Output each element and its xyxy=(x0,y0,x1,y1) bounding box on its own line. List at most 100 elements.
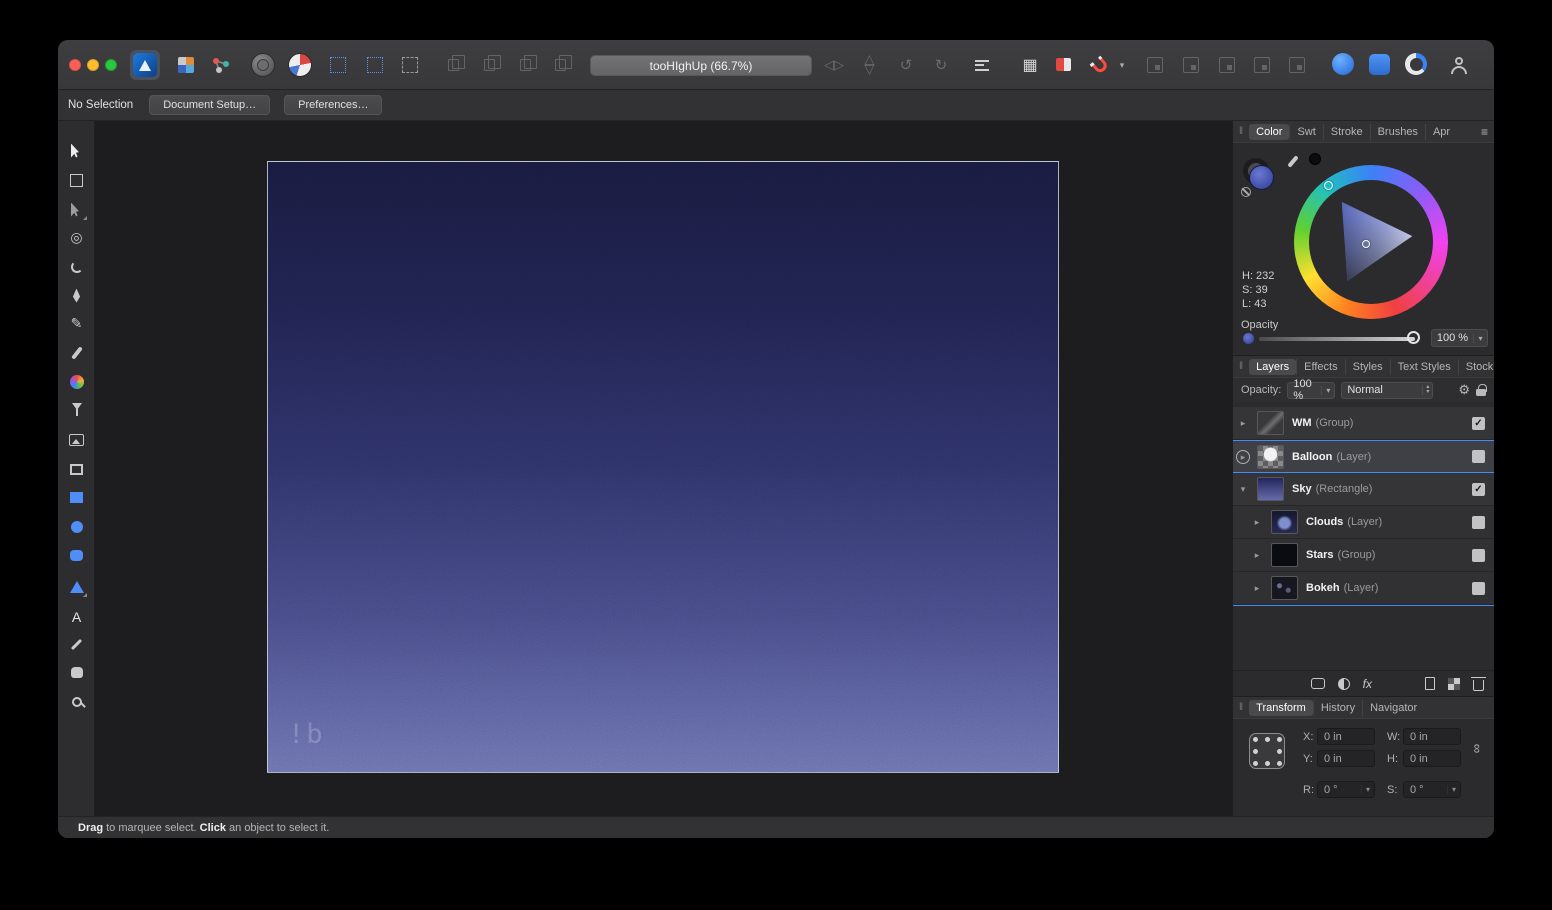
opacity-slider[interactable] xyxy=(1259,337,1415,341)
layer-thumbnail[interactable] xyxy=(1271,576,1298,600)
visibility-checkbox[interactable]: ✓ xyxy=(1472,417,1485,430)
tab-layers[interactable]: Layers xyxy=(1249,359,1296,375)
document-setup-button[interactable]: Document Setup… xyxy=(149,95,270,115)
layer-thumbnail[interactable] xyxy=(1257,411,1284,435)
tab-transform[interactable]: Transform xyxy=(1249,700,1313,716)
artboard-sky[interactable]: !b xyxy=(267,161,1059,773)
expand-chevron-icon[interactable]: ▸ xyxy=(1247,550,1267,561)
preferences-button[interactable]: Preferences… xyxy=(284,95,382,115)
gear-icon[interactable]: ⚙ xyxy=(1458,382,1470,398)
x-input[interactable]: 0 in xyxy=(1317,728,1375,745)
move-tool[interactable] xyxy=(65,139,88,162)
y-input[interactable]: 0 in xyxy=(1317,750,1375,767)
tab-stock[interactable]: Stock xyxy=(1458,359,1494,375)
nib-badge-icon[interactable] xyxy=(288,53,312,77)
document-title-dropdown[interactable]: tooHIghUp (66.7%) xyxy=(590,55,812,76)
anchor-point-selector[interactable] xyxy=(1249,733,1285,769)
panel-grip-icon[interactable]: ‖ xyxy=(1239,361,1243,372)
hue-wheel[interactable] xyxy=(1294,165,1448,319)
snapping-toggle-button[interactable] xyxy=(1090,56,1110,76)
shear-input[interactable]: 0 °▾ xyxy=(1403,781,1461,798)
secondary-color-swatch[interactable] xyxy=(1309,153,1321,165)
zoom-tool[interactable] xyxy=(65,690,88,713)
export-persona-button[interactable] xyxy=(210,54,232,76)
expand-chevron-icon[interactable]: ▸ xyxy=(1236,450,1250,464)
rectangle-tool[interactable] xyxy=(65,486,88,509)
ellipse-tool[interactable] xyxy=(65,515,88,538)
fill-tool[interactable] xyxy=(65,370,88,393)
link-dimensions-icon[interactable]: ∞ xyxy=(1470,744,1485,753)
pen-tool[interactable] xyxy=(65,284,88,307)
new-layer-button[interactable] xyxy=(1425,677,1435,690)
tab-text-styles[interactable]: Text Styles xyxy=(1390,359,1458,375)
panel-grip-icon[interactable]: ‖ xyxy=(1239,702,1243,713)
rotate-ccw-button[interactable]: ↺ xyxy=(896,55,916,75)
layer-row-sky[interactable]: ▾ Sky(Rectangle) ✓ xyxy=(1233,473,1494,506)
expand-chevron-icon[interactable]: ▸ xyxy=(1247,517,1267,528)
move-to-back-button[interactable] xyxy=(444,57,462,73)
view-mode-pixels-icon[interactable] xyxy=(367,57,383,73)
tab-history[interactable]: History xyxy=(1313,700,1362,716)
visibility-checkbox[interactable] xyxy=(1472,582,1485,595)
tab-appearance[interactable]: Apr xyxy=(1425,124,1457,140)
panel-menu-icon[interactable]: ≡ xyxy=(1481,125,1488,139)
edit-all-layers-button[interactable] xyxy=(1289,57,1305,73)
canvas-viewport[interactable]: !b xyxy=(95,121,1232,816)
move-forward-one-button[interactable] xyxy=(516,57,534,73)
rotation-input[interactable]: 0 °▾ xyxy=(1317,781,1375,798)
blend-mode-dropdown[interactable]: Normal ▴▾ xyxy=(1341,382,1433,399)
opacity-slider-handle[interactable] xyxy=(1407,331,1420,344)
tab-color[interactable]: Color xyxy=(1249,124,1289,140)
artboard-tool[interactable] xyxy=(65,169,88,192)
artistic-text-tool[interactable]: A xyxy=(65,605,88,628)
alignment-button[interactable] xyxy=(975,57,993,73)
triangle-selector-dot[interactable] xyxy=(1362,240,1370,248)
snapping-presets-button[interactable] xyxy=(1055,58,1071,71)
rotate-cw-button[interactable]: ↻ xyxy=(931,55,951,75)
node-tool[interactable] xyxy=(65,198,88,221)
replace-selection-button[interactable] xyxy=(1254,57,1270,73)
account-icon[interactable] xyxy=(1448,53,1470,77)
no-fill-icon[interactable] xyxy=(1241,187,1251,197)
layer-thumbnail[interactable] xyxy=(1271,543,1298,567)
color-picker-tool[interactable] xyxy=(65,633,88,656)
grid-toggle-button[interactable]: ▦ xyxy=(1020,55,1040,75)
rounded-rectangle-tool[interactable] xyxy=(65,544,88,567)
insert-inside-button[interactable] xyxy=(1219,57,1235,73)
place-image-tool[interactable] xyxy=(65,428,88,451)
close-button[interactable] xyxy=(69,59,81,71)
visibility-checkbox[interactable] xyxy=(1472,549,1485,562)
layer-row-stars[interactable]: ▸ Stars(Group) xyxy=(1233,539,1494,572)
layer-thumbnail[interactable] xyxy=(1257,477,1284,501)
hue-selector-dot[interactable] xyxy=(1324,181,1333,190)
corner-tool[interactable] xyxy=(65,255,88,278)
visibility-checkbox[interactable] xyxy=(1472,516,1485,529)
move-to-front-button[interactable] xyxy=(551,57,569,73)
opacity-value-dropdown[interactable]: 100 % ▾ xyxy=(1431,329,1488,347)
collapse-chevron-icon[interactable]: ▾ xyxy=(1233,484,1253,495)
zoom-window-button[interactable] xyxy=(105,59,117,71)
move-back-one-button[interactable] xyxy=(480,57,498,73)
delete-layer-button[interactable] xyxy=(1473,680,1484,691)
insert-behind-button[interactable] xyxy=(1147,57,1163,73)
mask-layer-button[interactable] xyxy=(1311,678,1325,689)
h-input[interactable]: 0 in xyxy=(1403,750,1461,767)
vector-crop-tool[interactable] xyxy=(65,457,88,480)
layer-row-clouds[interactable]: ▸ Clouds(Layer) xyxy=(1233,506,1494,539)
seal-badge-icon[interactable] xyxy=(251,53,275,77)
tab-styles[interactable]: Styles xyxy=(1345,359,1390,375)
flip-horizontal-button[interactable]: ◁▷ xyxy=(824,55,844,75)
layer-thumbnail[interactable] xyxy=(1271,510,1298,534)
visibility-checkbox[interactable]: ✓ xyxy=(1472,483,1485,496)
w-input[interactable]: 0 in xyxy=(1403,728,1461,745)
visibility-checkbox[interactable] xyxy=(1472,450,1485,463)
fill-swatch[interactable] xyxy=(1249,165,1274,190)
layer-row-balloon[interactable]: ▸ Balloon(Layer) xyxy=(1233,440,1494,473)
eyedropper-icon[interactable] xyxy=(1287,155,1298,168)
tab-brushes[interactable]: Brushes xyxy=(1370,124,1425,140)
designer-persona-button[interactable] xyxy=(130,50,160,80)
triangle-tool[interactable] xyxy=(65,575,88,598)
pixel-persona-button[interactable] xyxy=(175,54,197,76)
snapping-dropdown-button[interactable]: ▾ xyxy=(1116,55,1128,75)
layer-row-bokeh[interactable]: ▸ Bokeh(Layer) xyxy=(1233,572,1494,605)
